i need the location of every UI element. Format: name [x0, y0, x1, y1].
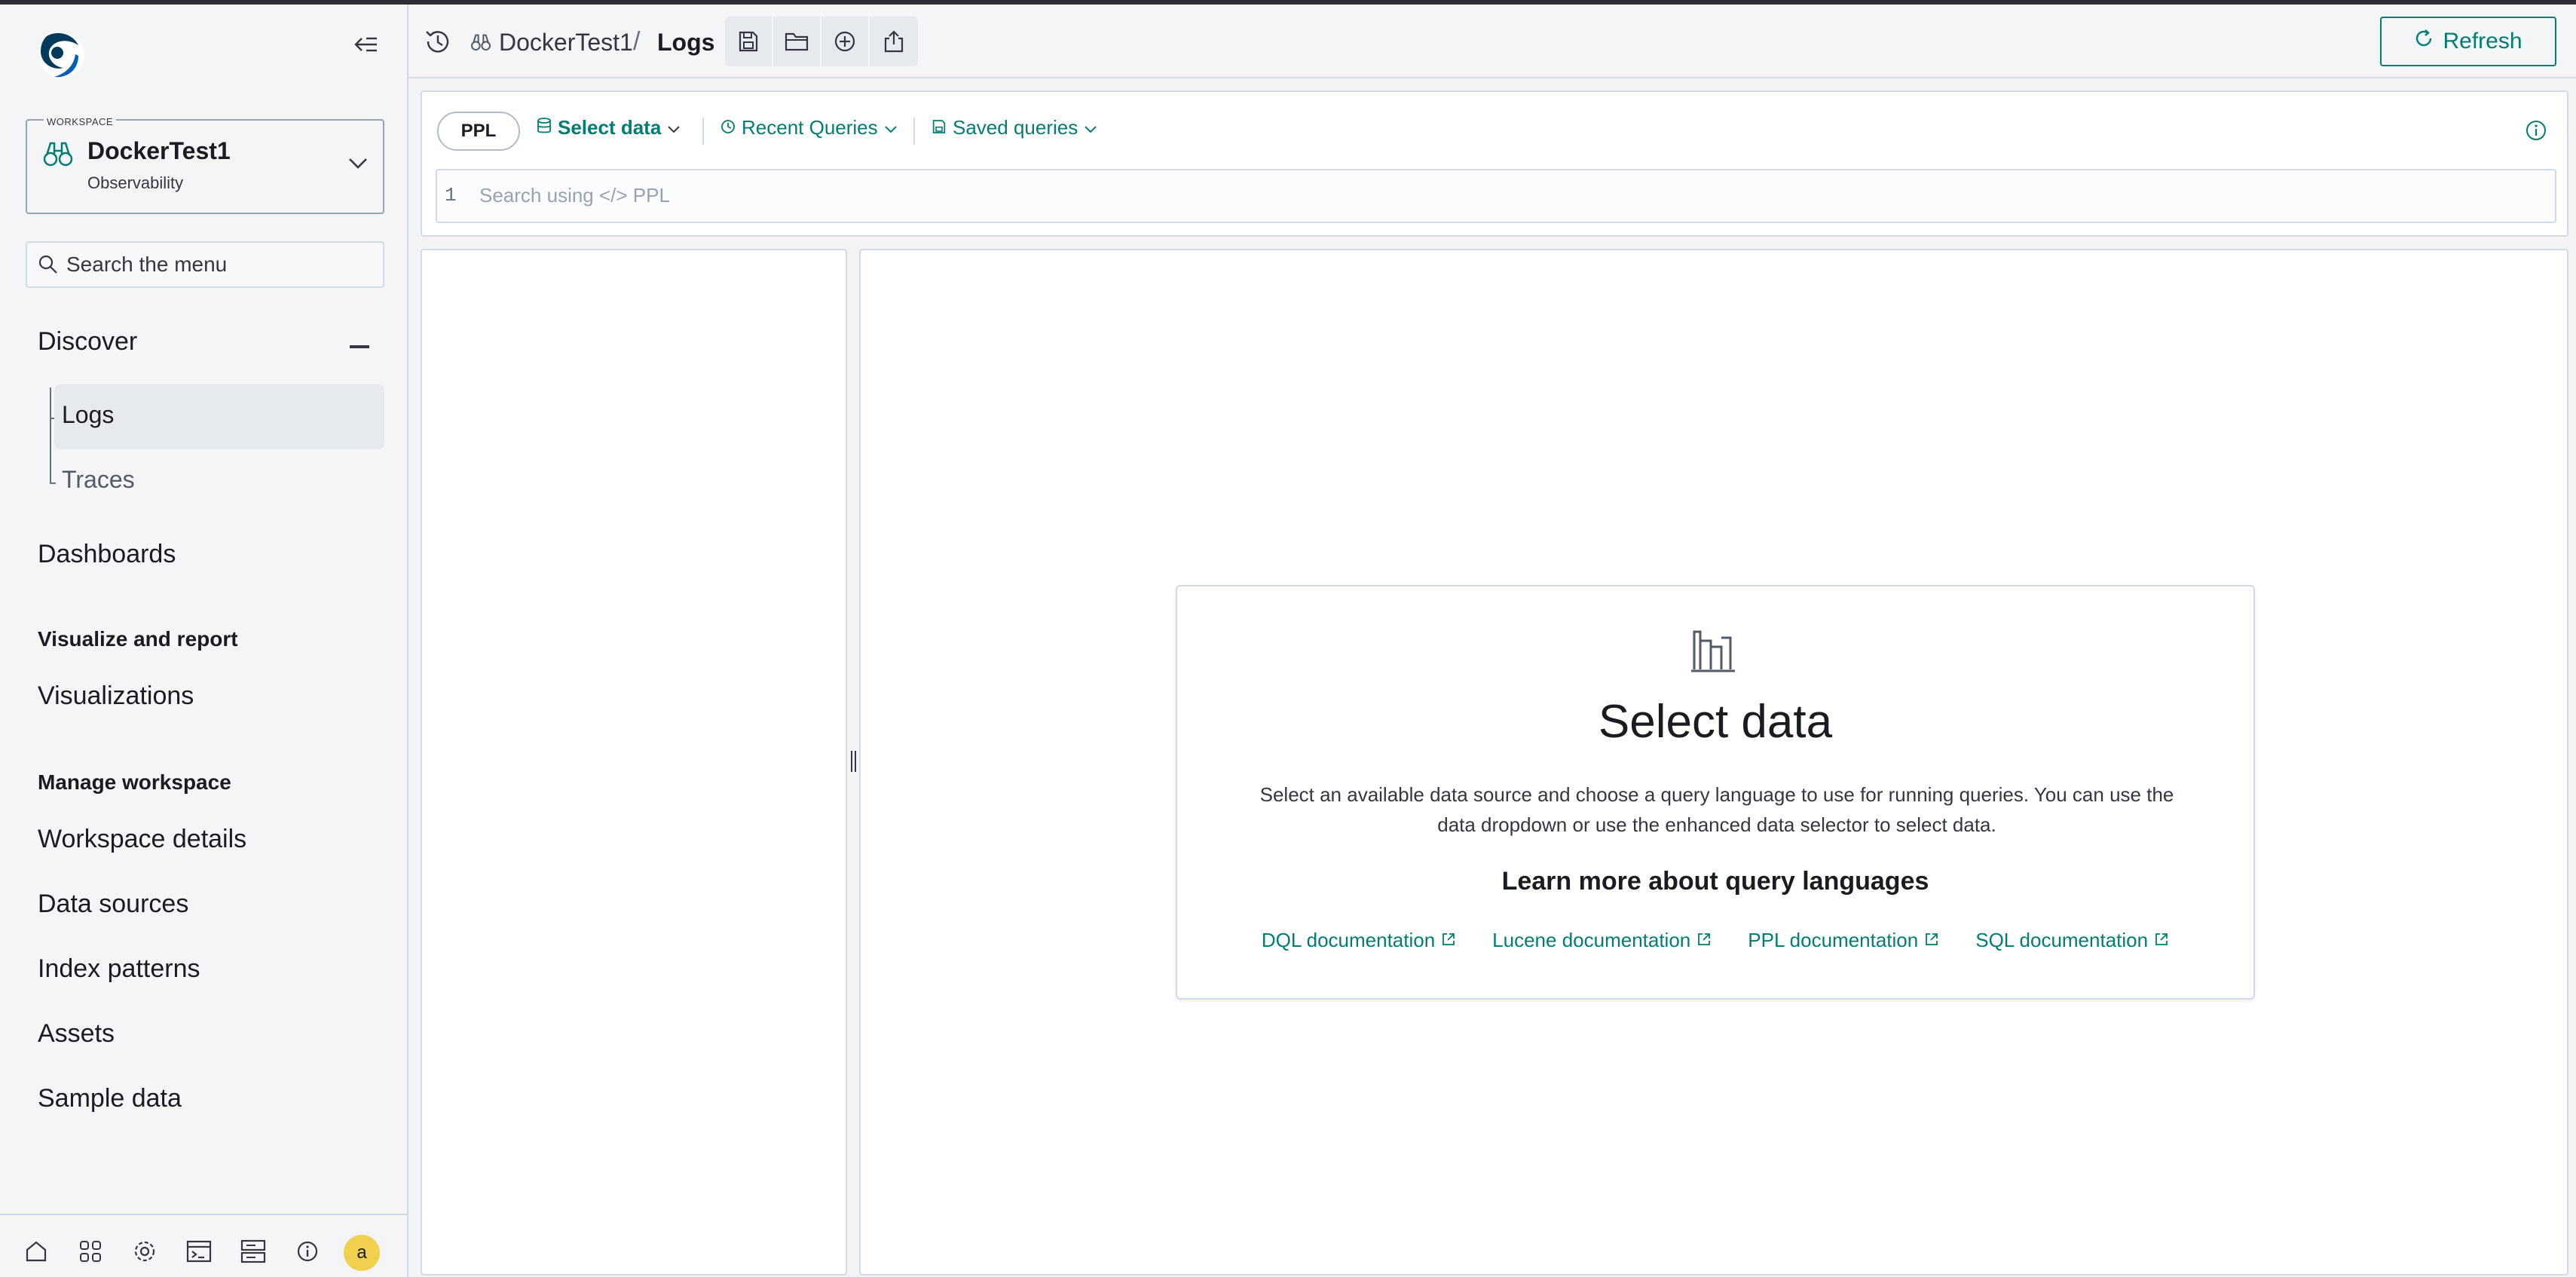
lucene-doc-link[interactable]: Lucene documentation	[1492, 929, 1712, 952]
sidebar-footer: a	[0, 1214, 407, 1277]
sql-doc-link[interactable]: SQL documentation	[1975, 929, 2169, 952]
line-number: 1	[445, 184, 457, 207]
collapse-section-icon[interactable]	[350, 345, 369, 348]
home-icon[interactable]	[23, 1238, 50, 1265]
empty-state-subtitle: Learn more about query languages	[1501, 867, 1929, 896]
panel-resize-handle[interactable]	[849, 751, 858, 773]
external-link-icon	[1696, 929, 1712, 952]
clock-icon	[720, 116, 736, 139]
collapse-menu-icon[interactable]	[351, 32, 381, 57]
save-icon[interactable]	[725, 17, 773, 66]
fields-panel	[421, 249, 847, 1275]
external-link-icon	[1924, 929, 1939, 952]
nav-sample-data[interactable]: Sample data	[38, 1084, 182, 1113]
open-icon[interactable]	[773, 17, 821, 66]
refresh-label: Refresh	[2443, 29, 2522, 54]
saved-queries-dropdown[interactable]: Saved queries	[932, 116, 1097, 139]
chevron-down-icon	[1084, 116, 1097, 139]
side-nav: WORKSPACE DockerTest1 Observability Disc…	[0, 5, 408, 1277]
workspace-name: DockerTest1	[87, 137, 231, 164]
external-link-icon	[2154, 929, 2169, 952]
settings-icon[interactable]	[131, 1238, 158, 1265]
share-icon[interactable]	[870, 17, 918, 66]
saved-queries-label: Saved queries	[953, 116, 1078, 139]
tree-connector	[50, 482, 56, 484]
section-manage-heading: Manage workspace	[38, 770, 231, 794]
section-visualize-heading: Visualize and report	[38, 627, 238, 651]
breadcrumb-workspace[interactable]: DockerTest1	[499, 29, 633, 57]
nav-discover[interactable]: Discover	[38, 327, 137, 357]
save-icon	[932, 116, 947, 139]
info-icon[interactable]	[294, 1238, 321, 1265]
data-bars-icon	[1690, 627, 1738, 672]
dev-tools-icon[interactable]	[185, 1238, 213, 1265]
chevron-down-icon	[884, 116, 898, 139]
sql-doc-label: SQL documentation	[1975, 929, 2149, 951]
ppl-doc-link[interactable]: PPL documentation	[1748, 929, 1939, 952]
lucene-doc-label: Lucene documentation	[1492, 929, 1691, 951]
nav-index-patterns[interactable]: Index patterns	[38, 954, 200, 984]
workspace-caption: WORKSPACE	[44, 116, 117, 127]
select-data-label: Select data	[558, 116, 662, 139]
menu-search-input[interactable]	[66, 253, 368, 277]
workspace-type: Observability	[87, 173, 184, 192]
external-link-icon	[1441, 929, 1456, 952]
apps-icon[interactable]	[77, 1238, 104, 1265]
chevron-down-icon[interactable]	[347, 154, 369, 172]
query-language-selector[interactable]: PPL	[437, 112, 520, 151]
top-header: DockerTest1 / Logs Refresh	[408, 5, 2576, 78]
database-icon	[537, 116, 552, 139]
user-avatar[interactable]: a	[344, 1235, 380, 1271]
nav-dashboards[interactable]: Dashboards	[38, 540, 176, 569]
recent-queries-dropdown[interactable]: Recent Queries	[720, 116, 898, 139]
opensearch-logo-icon[interactable]	[35, 26, 89, 83]
nav-visualizations[interactable]: Visualizations	[38, 681, 194, 711]
doc-links: DQL documentation Lucene documentation P…	[1177, 929, 2253, 952]
nav-assets[interactable]: Assets	[38, 1019, 115, 1049]
toolbar-divider	[702, 118, 704, 145]
breadcrumb-separator: /	[633, 27, 641, 56]
header-toolbar	[725, 17, 918, 66]
nav-traces[interactable]: Traces	[62, 466, 135, 494]
select-data-dropdown[interactable]: Select data	[537, 116, 681, 139]
refresh-button[interactable]: Refresh	[2380, 17, 2556, 66]
refresh-icon	[2414, 29, 2434, 54]
dql-doc-label: DQL documentation	[1261, 929, 1436, 951]
workspace-selector[interactable]: WORKSPACE DockerTest1 Observability	[26, 116, 384, 214]
recent-queries-label: Recent Queries	[742, 116, 878, 139]
toolbar-divider	[913, 118, 915, 145]
nav-data-sources[interactable]: Data sources	[38, 890, 188, 919]
query-placeholder: Search using </> PPL	[479, 184, 670, 207]
query-panel: PPL Select data Recent Queries Saved que…	[421, 90, 2568, 237]
nav-workspace-details[interactable]: Workspace details	[38, 825, 246, 854]
nav-logs[interactable]: Logs	[62, 401, 114, 429]
binoculars-icon	[42, 140, 74, 167]
new-icon[interactable]	[821, 17, 870, 66]
chevron-down-icon	[667, 116, 681, 139]
info-icon[interactable]	[2525, 119, 2547, 142]
ppl-doc-label: PPL documentation	[1748, 929, 1919, 951]
menu-search-field[interactable]	[26, 241, 384, 288]
breadcrumb-current-page: Logs	[657, 29, 715, 56]
search-icon	[38, 254, 59, 275]
empty-state-description: Select an available data source and choo…	[1259, 783, 2174, 836]
binoculars-icon	[470, 33, 491, 51]
empty-state-card: Select data Select an available data sou…	[1176, 585, 2255, 1000]
empty-state-title: Select data	[1598, 696, 1833, 748]
history-icon[interactable]	[424, 27, 452, 56]
console-icon[interactable]	[240, 1238, 267, 1265]
query-editor[interactable]: 1 Search using </> PPL	[436, 169, 2556, 223]
dql-doc-link[interactable]: DQL documentation	[1262, 929, 1456, 952]
tree-connector	[50, 387, 51, 484]
